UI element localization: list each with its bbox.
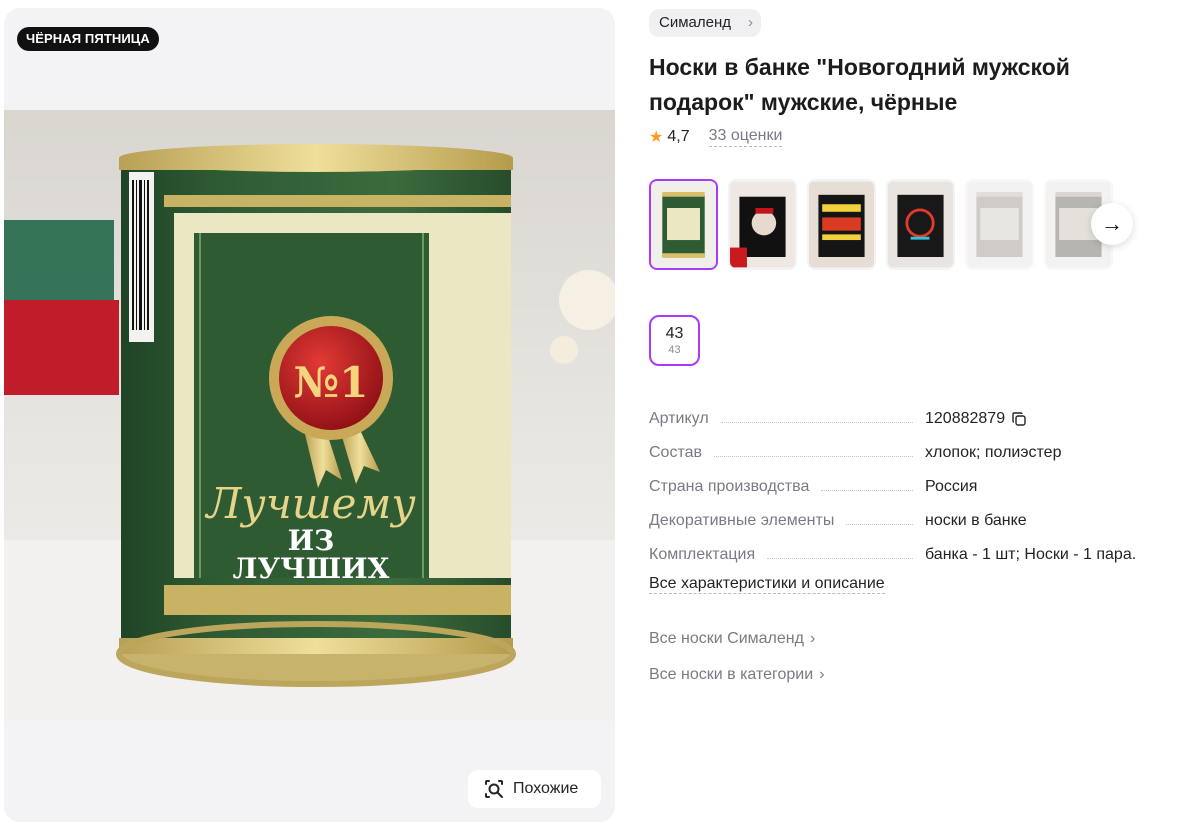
brand-name: Сималенд xyxy=(659,14,731,31)
arrow-right-icon: → xyxy=(1101,211,1123,236)
size-sub: 43 xyxy=(668,344,681,356)
copy-icon[interactable] xyxy=(1011,411,1027,427)
rating-block: ★ 4,7 33 оценки xyxy=(649,126,783,147)
chevron-right-icon: › xyxy=(748,14,753,31)
brand-chip[interactable]: Сималенд › xyxy=(649,9,761,37)
spec-leader xyxy=(767,557,913,559)
spec-row: Состав хлопок; полиэстер xyxy=(649,436,1169,470)
category-socks-link[interactable]: Все носки в категории › xyxy=(649,666,825,684)
variant-thumb[interactable] xyxy=(807,179,876,270)
spec-value: 120882879 xyxy=(925,410,1006,427)
spec-leader xyxy=(714,455,913,457)
all-specs-link[interactable]: Все характеристики и описание xyxy=(649,574,885,594)
star-icon: ★ xyxy=(649,128,664,146)
similar-button[interactable]: Похожие xyxy=(468,770,601,808)
category-socks-label: Все носки в категории xyxy=(649,666,814,683)
variant-thumb[interactable] xyxy=(649,179,718,270)
spec-leader xyxy=(821,489,913,491)
variant-thumb[interactable] xyxy=(886,179,955,270)
spec-leader xyxy=(720,421,913,423)
spec-value: носки в банке xyxy=(925,512,1027,529)
variant-thumb[interactable] xyxy=(965,179,1034,270)
spec-key: Комплектация xyxy=(649,546,756,563)
spec-leader xyxy=(846,523,913,525)
chevron-right-icon: › xyxy=(819,666,825,683)
chevron-right-icon: › xyxy=(809,630,816,647)
spec-key: Состав xyxy=(649,444,702,461)
similar-label: Похожие xyxy=(513,780,579,797)
spec-row: Декоративные элементы носки в банке xyxy=(649,504,1169,538)
photo-line-1: Лучшему xyxy=(204,479,416,528)
spec-key: Страна производства xyxy=(649,478,810,495)
variant-thumb[interactable] xyxy=(728,179,797,270)
spec-row: Артикул 120882879 xyxy=(649,402,1169,436)
rating-value: 4,7 xyxy=(667,127,690,145)
spec-row: Комплектация банка - 1 шт; Носки - 1 пар… xyxy=(649,538,1169,572)
brand-socks-link[interactable]: Все носки Сималенд › xyxy=(649,630,815,648)
product-gallery: ЧЁРНАЯ ПЯТНИЦА №1 Лучшему ИЗ ЛУЧШИХ Похо… xyxy=(4,8,615,822)
specs-table: Артикул 120882879 Состав хлопок; полиэст… xyxy=(649,402,1169,572)
spec-value: хлопок; полиэстер xyxy=(925,444,1062,461)
photo-line-3: ЛУЧШИХ xyxy=(233,552,390,585)
promo-badge: ЧЁРНАЯ ПЯТНИЦА xyxy=(17,27,159,51)
spec-key: Декоративные элементы xyxy=(649,512,835,529)
thumbnails-next-button[interactable]: → xyxy=(1091,203,1133,245)
search-similar-icon xyxy=(485,780,503,798)
brand-socks-label: Все носки Сималенд xyxy=(649,630,804,647)
seal-text: №1 xyxy=(294,358,369,407)
product-title: Носки в банке "Новогодний мужской подаро… xyxy=(649,54,1070,115)
variant-thumbnails xyxy=(649,179,1113,270)
spec-row: Страна производства Россия xyxy=(649,470,1169,504)
spec-value: банка - 1 шт; Носки - 1 пара. xyxy=(925,546,1137,563)
product-photo[interactable]: №1 Лучшему ИЗ ЛУЧШИХ xyxy=(4,110,615,721)
reviews-link[interactable]: 33 оценки xyxy=(708,126,783,147)
size-main: 43 xyxy=(665,325,684,342)
size-option[interactable]: 43 43 xyxy=(649,315,700,366)
spec-key: Артикул xyxy=(649,410,709,427)
spec-value: Россия xyxy=(925,478,978,495)
